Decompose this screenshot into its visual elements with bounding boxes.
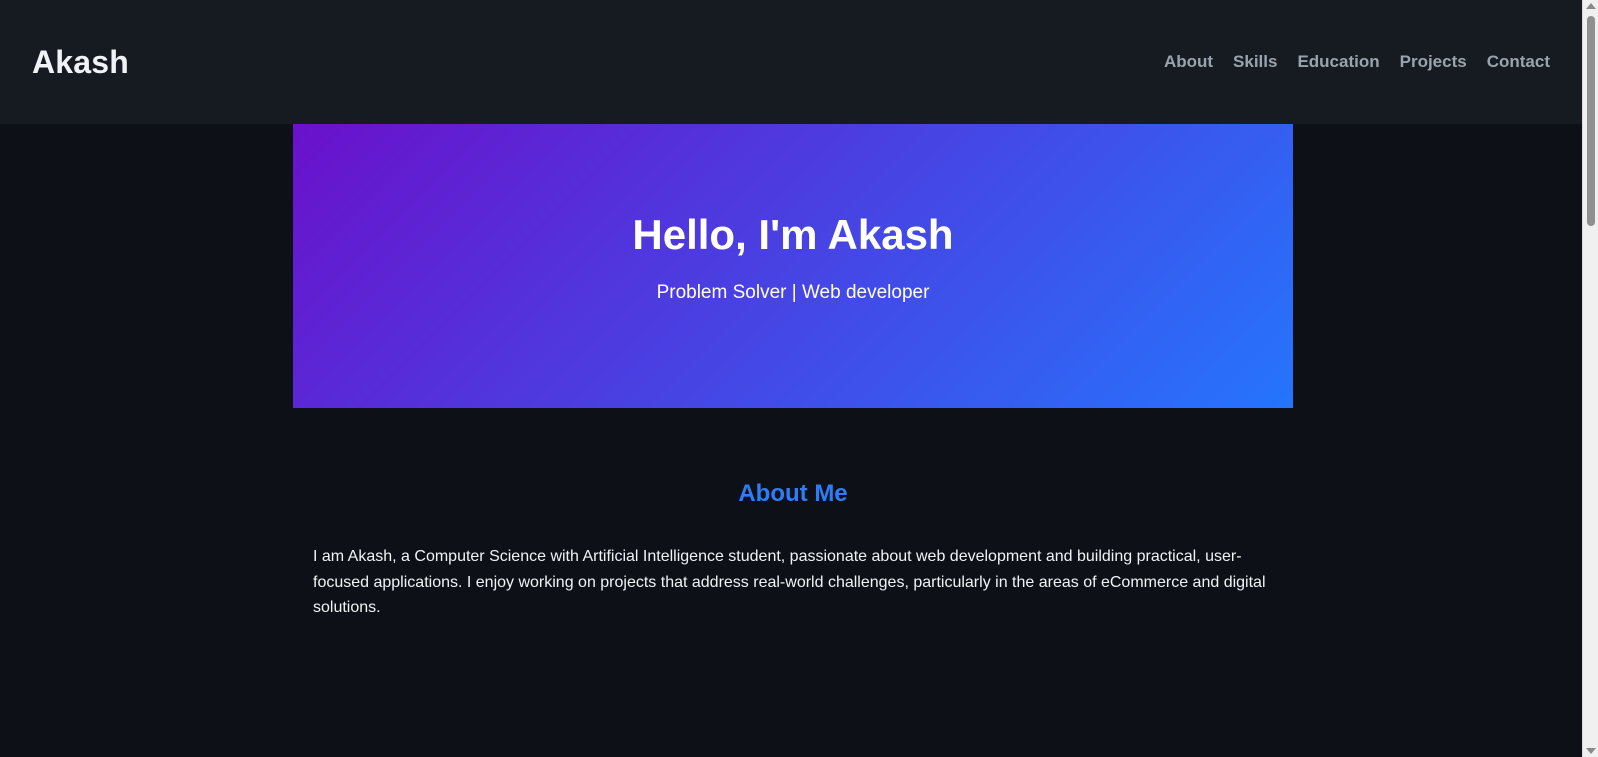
hero-section: Hello, I'm Akash Problem Solver | Web de…	[293, 124, 1293, 408]
about-text: I am Akash, a Computer Science with Arti…	[313, 548, 1266, 616]
hero-subtitle: Problem Solver | Web developer	[656, 282, 930, 304]
main-nav: About Skills Education Projects Contact	[1164, 52, 1550, 72]
scroll-up-arrow-icon[interactable]	[1586, 3, 1596, 9]
site-header: Akash About Skills Education Projects Co…	[0, 0, 1582, 124]
nav-link-education[interactable]: Education	[1297, 52, 1379, 72]
viewport: Akash About Skills Education Projects Co…	[0, 0, 1582, 757]
nav-link-projects[interactable]: Projects	[1400, 52, 1467, 72]
hero-title: Hello, I'm Akash	[632, 211, 954, 258]
nav-link-contact[interactable]: Contact	[1487, 52, 1550, 72]
vertical-scrollbar[interactable]	[1582, 0, 1598, 757]
scroll-down-arrow-icon[interactable]	[1586, 748, 1596, 754]
about-title: About Me	[738, 480, 848, 507]
about-section: About Me I am Akash, a Computer Science …	[293, 480, 1293, 621]
nav-link-skills[interactable]: Skills	[1233, 52, 1277, 72]
scrollbar-thumb[interactable]	[1587, 16, 1595, 226]
nav-link-about[interactable]: About	[1164, 52, 1213, 72]
brand-logo[interactable]: Akash	[32, 44, 129, 81]
page: Akash About Skills Education Projects Co…	[0, 0, 1598, 757]
